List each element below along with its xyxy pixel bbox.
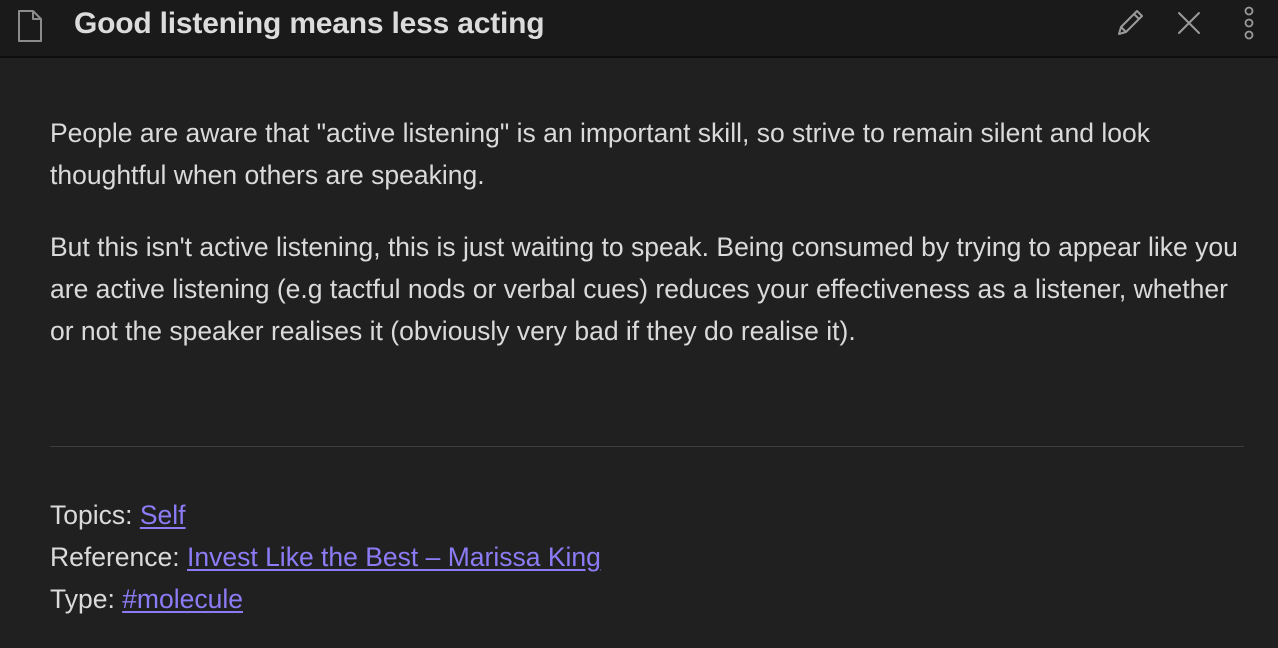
close-button[interactable] [1170,6,1208,44]
note-window: Good listening means less acting People … [0,0,1278,648]
edit-button[interactable] [1110,6,1150,44]
topic-link-self[interactable]: Self [140,500,186,530]
title-bar: Good listening means less acting [0,0,1278,58]
paragraph: People are aware that "active listening"… [50,118,1150,190]
close-icon [1176,10,1202,41]
topics-row: Topics: Self [50,494,601,536]
reference-row: Reference: Invest Like the Best – Mariss… [50,536,601,578]
more-options-button[interactable] [1236,6,1262,44]
note-title: Good listening means less acting [74,7,545,40]
reference-label: Reference: [50,542,187,572]
note-body: People are aware that "active listening"… [50,112,1250,352]
pencil-icon [1113,6,1147,45]
topics-label: Topics: [50,500,140,530]
divider [50,446,1244,447]
type-row: Type: #molecule [50,578,601,620]
reference-link[interactable]: Invest Like the Best – Marissa King [187,542,601,572]
paragraph: But this isn't active listening, this is… [50,232,1238,346]
note-metadata: Topics: Self Reference: Invest Like the … [50,494,601,620]
type-tag-link[interactable]: #molecule [122,584,243,614]
more-options-icon [1242,6,1256,45]
file-icon [16,9,44,43]
type-label: Type: [50,584,123,614]
